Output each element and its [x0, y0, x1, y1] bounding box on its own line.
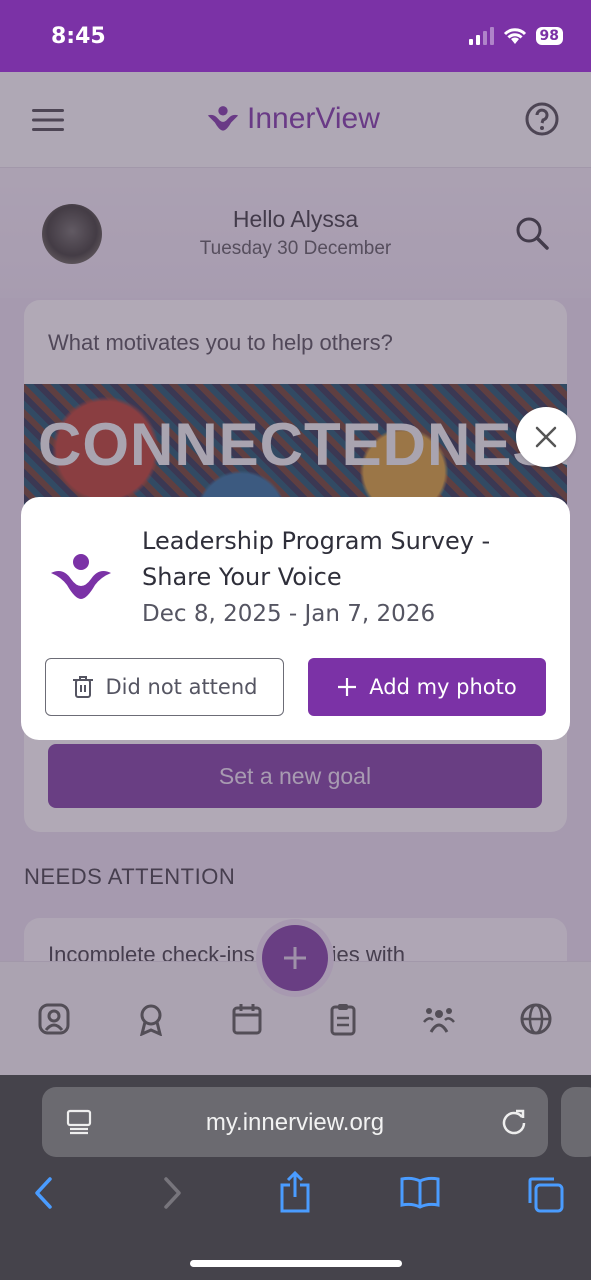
modal-title: Leadership Program Survey - Share Your V… — [142, 527, 491, 591]
next-tab-peek[interactable] — [561, 1087, 591, 1157]
did-not-attend-label: Did not attend — [105, 675, 258, 699]
reload-icon[interactable] — [500, 1107, 528, 1135]
wifi-icon — [503, 28, 526, 44]
close-button[interactable] — [516, 407, 576, 467]
home-indicator — [190, 1260, 402, 1267]
url-text: my.innerview.org — [205, 1109, 385, 1136]
share-icon[interactable] — [278, 1171, 312, 1213]
plus-icon — [338, 678, 357, 696]
battery-indicator: 98 — [535, 27, 563, 45]
did-not-attend-button[interactable]: Did not attend — [45, 658, 284, 716]
browser-toolbar: my.innerview.org — [0, 1075, 591, 1280]
trash-icon — [72, 676, 93, 698]
status-bar: 8:45 98 — [0, 0, 591, 72]
brand-mark-icon — [51, 554, 111, 599]
status-icons: 98 — [468, 26, 563, 46]
signal-icon — [468, 27, 494, 45]
add-photo-button[interactable]: Add my photo — [308, 658, 546, 716]
bookmarks-icon[interactable] — [400, 1175, 440, 1209]
tabs-icon[interactable] — [526, 1175, 564, 1213]
modal-dates: Dec 8, 2025 - Jan 7, 2026 — [142, 601, 436, 627]
add-photo-label: Add my photo — [369, 675, 517, 699]
forward-icon[interactable] — [160, 1175, 184, 1211]
close-icon — [535, 426, 557, 448]
status-time: 8:45 — [51, 24, 106, 49]
url-bar[interactable]: my.innerview.org — [42, 1087, 548, 1157]
survey-modal: Leadership Program Survey - Share Your V… — [21, 497, 570, 740]
back-icon[interactable] — [32, 1175, 56, 1211]
